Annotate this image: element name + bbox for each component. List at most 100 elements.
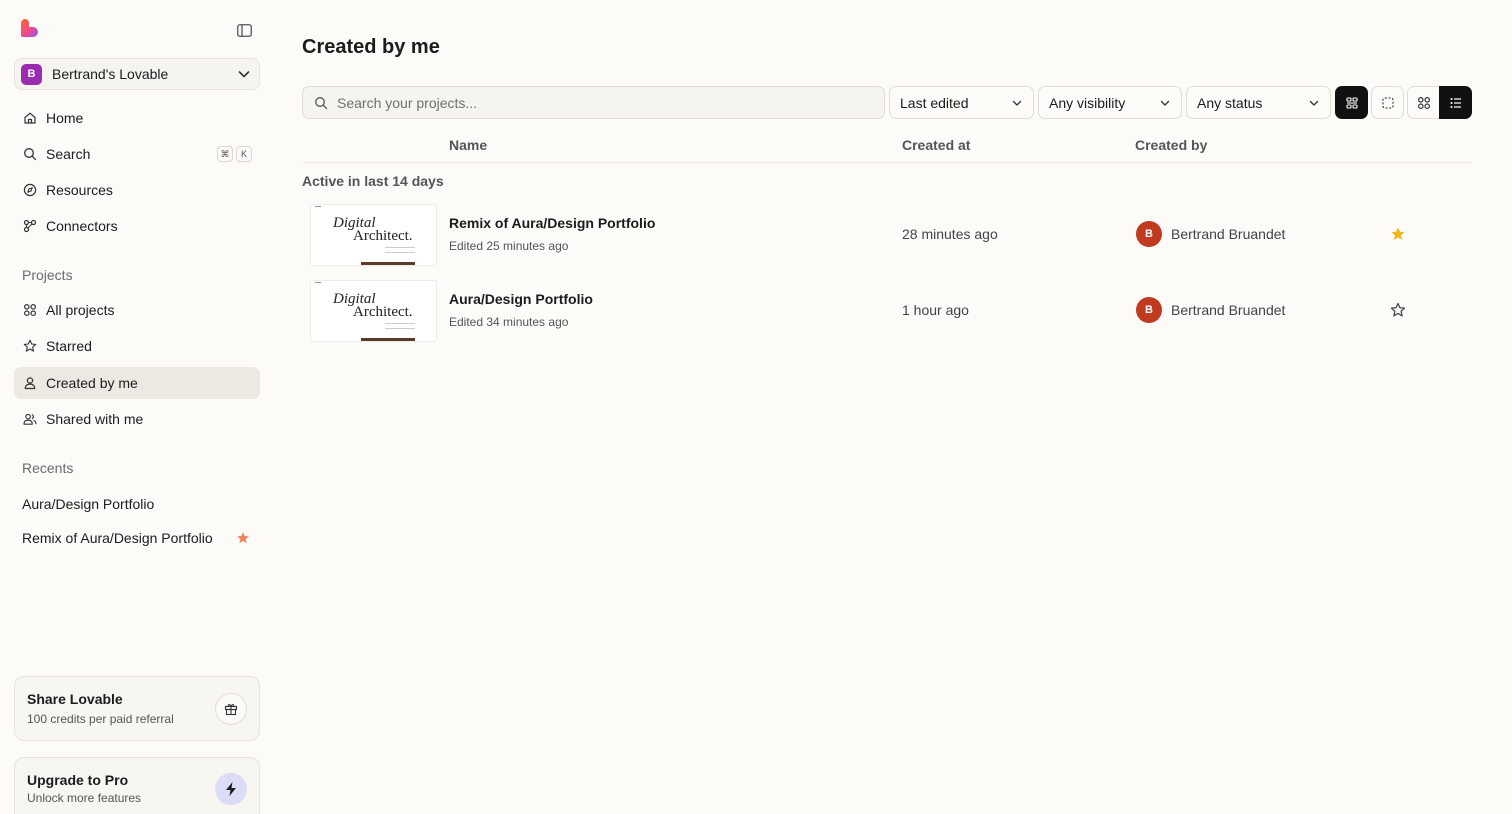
recent-item-label: Remix of Aura/Design Portfolio xyxy=(22,530,213,546)
page-title: Created by me xyxy=(302,36,440,58)
sidebar-toggle-icon[interactable] xyxy=(234,20,254,40)
project-title: Aura/Design Portfolio xyxy=(449,291,593,307)
share-lovable-card[interactable]: Share Lovable 100 credits per paid refer… xyxy=(14,676,260,741)
thumb-mark xyxy=(315,282,321,283)
sort-dropdown-label: Last edited xyxy=(900,94,969,111)
kbd-cmd: ⌘ xyxy=(217,146,233,162)
recent-item-label: Aura/Design Portfolio xyxy=(22,496,155,512)
upgrade-card-title: Upgrade to Pro xyxy=(27,772,129,788)
home-icon xyxy=(23,111,37,125)
thumb-bar xyxy=(361,338,415,341)
project-thumbnail: Digital Architect. xyxy=(310,280,437,342)
thumb-bar xyxy=(361,262,415,265)
status-dropdown[interactable]: Any status xyxy=(1186,86,1331,119)
nav-resources-label: Resources xyxy=(46,182,113,198)
sort-dropdown[interactable]: Last edited xyxy=(889,86,1034,119)
list-icon xyxy=(1450,97,1461,108)
search-input[interactable] xyxy=(337,94,857,111)
search-shortcut: ⌘ K xyxy=(217,146,252,162)
thumb-line2: Architect. xyxy=(353,228,413,244)
star-filled-icon[interactable] xyxy=(1390,226,1406,242)
grid-icon xyxy=(23,303,37,317)
nav-resources[interactable]: Resources xyxy=(14,174,260,206)
nav-starred[interactable]: Starred xyxy=(14,330,260,362)
grouped-view-icon xyxy=(1345,96,1358,109)
project-edited: Edited 34 minutes ago xyxy=(449,315,569,329)
nav-shared-with-me-label: Shared with me xyxy=(46,411,144,427)
grid-icon xyxy=(1417,96,1430,109)
dashed-square-icon xyxy=(1381,96,1394,109)
project-title: Remix of Aura/Design Portfolio xyxy=(449,215,656,231)
grid-view-button[interactable] xyxy=(1407,86,1440,119)
gift-button[interactable] xyxy=(215,693,247,725)
column-header-created-by[interactable]: Created by xyxy=(1135,137,1207,153)
avatar: B xyxy=(1136,297,1162,323)
search-icon xyxy=(315,96,328,109)
column-header-name[interactable]: Name xyxy=(449,137,487,153)
nav-created-by-me[interactable]: Created by me xyxy=(14,367,260,399)
grouped-view-button[interactable] xyxy=(1335,86,1368,119)
share-card-subtitle: 100 credits per paid referral xyxy=(27,712,174,726)
project-edited: Edited 25 minutes ago xyxy=(449,239,569,253)
search-bar[interactable] xyxy=(302,86,885,119)
project-thumbnail: Digital Architect. xyxy=(310,204,437,266)
star-icon xyxy=(23,339,37,353)
thumb-mark xyxy=(315,206,321,207)
project-created-by: Bertrand Bruandet xyxy=(1171,226,1286,242)
compass-icon xyxy=(23,183,37,197)
chevron-down-icon xyxy=(1160,100,1170,106)
workspace-name: Bertrand's Lovable xyxy=(52,66,169,82)
chevron-down-icon xyxy=(1012,100,1022,106)
thumb-lines xyxy=(385,323,415,329)
gift-icon xyxy=(224,704,238,716)
nav-all-projects[interactable]: All projects xyxy=(14,294,260,326)
workspace-avatar: B xyxy=(21,63,42,85)
project-created-by: Bertrand Bruandet xyxy=(1171,302,1286,318)
chevron-down-icon xyxy=(1309,100,1319,106)
nav-home[interactable]: Home xyxy=(14,102,260,134)
table-row[interactable]: Digital Architect. Remix of Aura/Design … xyxy=(302,204,1472,274)
lovable-logo-icon[interactable] xyxy=(19,19,41,41)
nav-search[interactable]: Search ⌘ K xyxy=(14,138,260,170)
chevron-down-icon xyxy=(238,71,250,78)
thumb-line2: Architect. xyxy=(353,304,413,320)
nav-shared-with-me[interactable]: Shared with me xyxy=(14,403,260,435)
projects-section-label: Projects xyxy=(22,267,73,283)
visibility-dropdown[interactable]: Any visibility xyxy=(1038,86,1182,119)
project-created-at: 28 minutes ago xyxy=(902,226,998,242)
nav-connectors[interactable]: Connectors xyxy=(14,210,260,242)
nav-created-by-me-label: Created by me xyxy=(46,375,138,391)
nav-search-label: Search xyxy=(46,146,91,162)
kbd-k: K xyxy=(236,146,252,162)
nav-home-label: Home xyxy=(46,110,84,126)
upgrade-button[interactable] xyxy=(215,773,247,805)
nav-connectors-label: Connectors xyxy=(46,218,118,234)
upgrade-card-subtitle: Unlock more features xyxy=(27,791,142,805)
sidebar: B Bertrand's Lovable Home Search ⌘ K Res… xyxy=(0,0,274,814)
recent-item[interactable]: Aura/Design Portfolio xyxy=(22,496,260,512)
visibility-dropdown-label: Any visibility xyxy=(1049,94,1126,111)
column-header-created-at[interactable]: Created at xyxy=(902,137,970,153)
recents-section-label: Recents xyxy=(22,460,74,476)
share-card-title: Share Lovable xyxy=(27,691,123,707)
upgrade-pro-card[interactable]: Upgrade to Pro Unlock more features xyxy=(14,757,260,814)
nav-all-projects-label: All projects xyxy=(46,302,115,318)
nav-starred-label: Starred xyxy=(46,338,92,354)
recent-item[interactable]: Remix of Aura/Design Portfolio xyxy=(22,530,260,546)
thumb-lines xyxy=(385,247,415,253)
search-icon xyxy=(23,147,37,161)
workspace-selector[interactable]: B Bertrand's Lovable xyxy=(14,58,260,90)
avatar: B xyxy=(1136,221,1162,247)
connectors-icon xyxy=(23,219,37,233)
ungrouped-view-button[interactable] xyxy=(1371,86,1404,119)
users-icon xyxy=(23,412,37,426)
star-filled-icon[interactable] xyxy=(236,531,250,545)
status-dropdown-label: Any status xyxy=(1197,94,1263,111)
project-created-at: 1 hour ago xyxy=(902,302,969,318)
user-icon xyxy=(23,376,37,390)
list-view-button[interactable] xyxy=(1439,86,1472,119)
group-label: Active in last 14 days xyxy=(302,173,444,189)
star-outline-icon[interactable] xyxy=(1390,302,1406,318)
table-row[interactable]: Digital Architect. Aura/Design Portfolio… xyxy=(302,280,1472,350)
header-divider xyxy=(302,162,1472,163)
